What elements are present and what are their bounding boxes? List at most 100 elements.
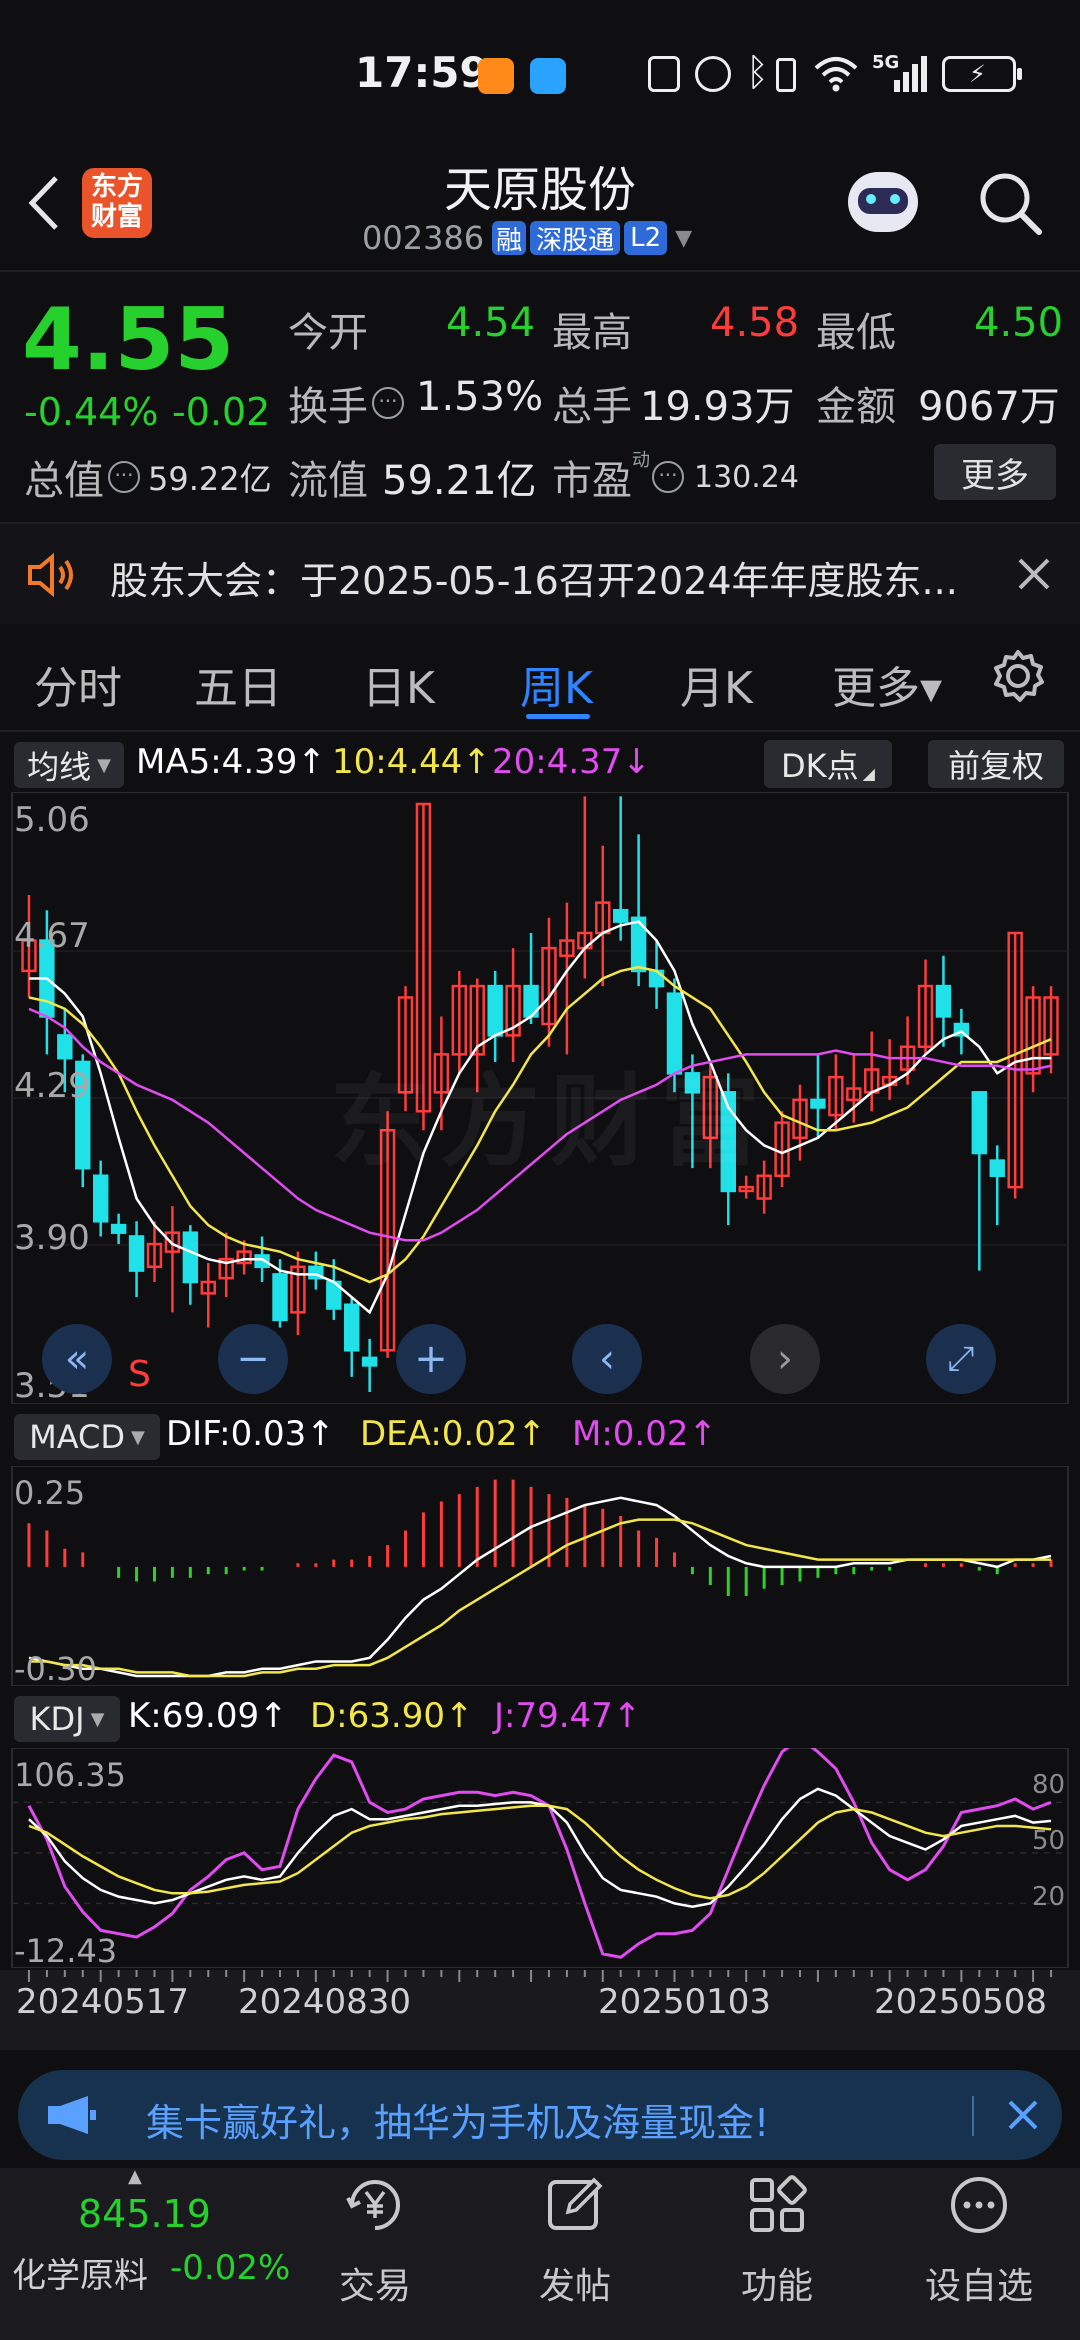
edit-post-icon [548, 2177, 603, 2230]
turnover-label: 换手 [288, 384, 368, 430]
chart-frame [11, 1748, 1069, 1968]
candle-body [612, 908, 629, 923]
app-notification-icon [478, 58, 514, 94]
kdj-axis-label: -12.43 [14, 1932, 118, 1970]
dea-line [28, 1518, 1052, 1678]
pe-group[interactable]: 市盈 动 ··· 130.24 [552, 448, 799, 506]
total-cap-label: 总值 [24, 458, 104, 504]
amount-value: 9067万 [918, 384, 1060, 430]
ma5-value: MA5:4.39↑ [136, 742, 326, 782]
badge-connect: 深股通 [530, 221, 621, 256]
volume-value: 19.93万 [640, 384, 795, 430]
macd-selector-label: MACD [29, 1418, 126, 1456]
promo-divider [972, 2096, 974, 2136]
turnover-label-group[interactable]: 换手 ··· [288, 374, 404, 432]
bluetooth-icon: ᛒ [746, 50, 769, 94]
candle-body [810, 1098, 826, 1109]
active-tab-indicator [526, 714, 590, 719]
robot-assistant-icon[interactable] [842, 166, 924, 242]
kdj-d: D:63.90↑ [310, 1696, 474, 1736]
total-cap-value: 59.22亿 [148, 460, 272, 498]
notice-text: 股东大会：于2025-05-16召开2024年年度股东... [110, 559, 958, 603]
candle-body [128, 1235, 145, 1272]
app-notification-icon [530, 58, 566, 94]
search-icon[interactable] [975, 168, 1047, 240]
date-axis: 20240517 20240830 20250103 20250508 [0, 1970, 1080, 2050]
battery-charging-icon: ⚡ [942, 56, 1022, 92]
open-label: 今开 [288, 310, 368, 356]
candle-body [182, 1231, 199, 1284]
open-value: 4.54 [446, 300, 536, 346]
ma-selector-label: 均线 [27, 748, 92, 786]
index-chevron-up-icon[interactable]: ▲ [128, 2166, 142, 2187]
price-axis-label: 4.29 [14, 1066, 90, 1106]
kdj-chart [11, 1748, 1069, 1968]
tab-daily-k[interactable]: 日K [362, 652, 435, 716]
scroll-left-button[interactable]: ‹ [572, 1324, 642, 1394]
index-name[interactable]: 化学原料 [12, 2248, 148, 2297]
candle-body [971, 1091, 988, 1155]
speaker-icon [28, 552, 73, 598]
indicator-selector-kdj[interactable]: KDJ ▼ [14, 1696, 120, 1742]
index-value[interactable]: 845.19 [78, 2192, 211, 2236]
nav-trade[interactable]: 交易 [300, 2170, 450, 2309]
scroll-right-button[interactable]: › [750, 1324, 820, 1394]
tab-monthly-k[interactable]: 月K [680, 652, 753, 716]
tab-more[interactable]: 更多▾ [832, 652, 942, 716]
adjust-type-button[interactable]: 前复权 [928, 740, 1064, 788]
close-icon[interactable] [1006, 2098, 1040, 2132]
nav-add-watchlist[interactable]: 设自选 [904, 2170, 1054, 2309]
last-price: 4.55 [22, 290, 235, 390]
more-quote-button[interactable]: 更多 [934, 444, 1056, 500]
index-change[interactable]: -0.02% [170, 2248, 290, 2288]
date-axis-label: 20250103 [598, 1982, 772, 2022]
candle-body [110, 1223, 127, 1234]
fullscreen-icon[interactable]: ⤢ [926, 1324, 996, 1394]
indicator-selector-ma[interactable]: 均线 ▼ [14, 742, 124, 788]
tab-weekly-k[interactable]: 周K [520, 652, 593, 716]
tab-intraday[interactable]: 分时 [34, 652, 122, 716]
nav-function[interactable]: 功能 [702, 2170, 852, 2309]
settings-gear-icon[interactable] [990, 648, 1046, 704]
chevron-down-icon: ▼ [131, 1426, 145, 1448]
price-axis-label: 3.90 [14, 1218, 90, 1258]
pe-label: 市盈 [552, 458, 632, 504]
dk-point-label: DK点 [781, 747, 859, 785]
kdj-right-axis-label: 80 [1032, 1770, 1066, 1800]
nfc-icon [648, 56, 680, 92]
more-dots-icon [951, 2177, 1007, 2233]
tab-five-day[interactable]: 五日 [194, 652, 282, 716]
dk-point-button[interactable]: DK点 ◢ [764, 740, 892, 788]
zoom-in-button[interactable]: + [396, 1324, 466, 1394]
zoom-out-button[interactable]: − [218, 1324, 288, 1394]
more-info-icon: ··· [108, 461, 140, 493]
notice-bar[interactable]: 股东大会：于2025-05-16召开2024年年度股东... [0, 524, 1080, 624]
close-icon[interactable] [1016, 556, 1052, 592]
megaphone-icon [48, 2096, 96, 2134]
stock-code-row[interactable]: 002386 融 深股通 L2 ▼ [362, 216, 692, 260]
price-axis-label: 5.06 [14, 800, 90, 840]
candle-body [487, 984, 503, 1037]
indicator-selector-macd[interactable]: MACD ▼ [14, 1414, 160, 1460]
promo-banner[interactable]: 集卡赢好礼，抽华为手机及海量现金! [18, 2070, 1062, 2160]
vibrate-icon [776, 58, 796, 92]
sell-marker: S [128, 1354, 151, 1395]
grid-function-icon [750, 2175, 807, 2232]
nav-post[interactable]: 发帖 [500, 2170, 650, 2309]
nav-add-watchlist-label: 设自选 [924, 2266, 1033, 2307]
promo-text: 集卡赢好礼，抽华为手机及海量现金! [146, 2101, 770, 2145]
total-cap-group[interactable]: 总值 ··· 59.22亿 [24, 448, 272, 506]
candle-body [92, 1174, 109, 1223]
amount-label: 金额 [816, 384, 896, 430]
chart-watermark: 东方财富 [330, 1063, 770, 1180]
date-axis-label: 20250508 [874, 1982, 1048, 2022]
corner-arrow-icon: ◢ [862, 763, 875, 783]
candle-body [57, 1034, 73, 1060]
stock-code: 002386 [362, 219, 485, 257]
status-time: 17:59 [355, 48, 489, 97]
more-info-icon: ··· [652, 461, 684, 493]
more-info-icon: ··· [372, 387, 404, 419]
scroll-left-fast-button[interactable]: « [42, 1324, 112, 1394]
status-bar: 17:59 ᛒ 5G ⚡ [0, 48, 1080, 108]
kdj-right-axis-label: 50 [1032, 1826, 1066, 1856]
